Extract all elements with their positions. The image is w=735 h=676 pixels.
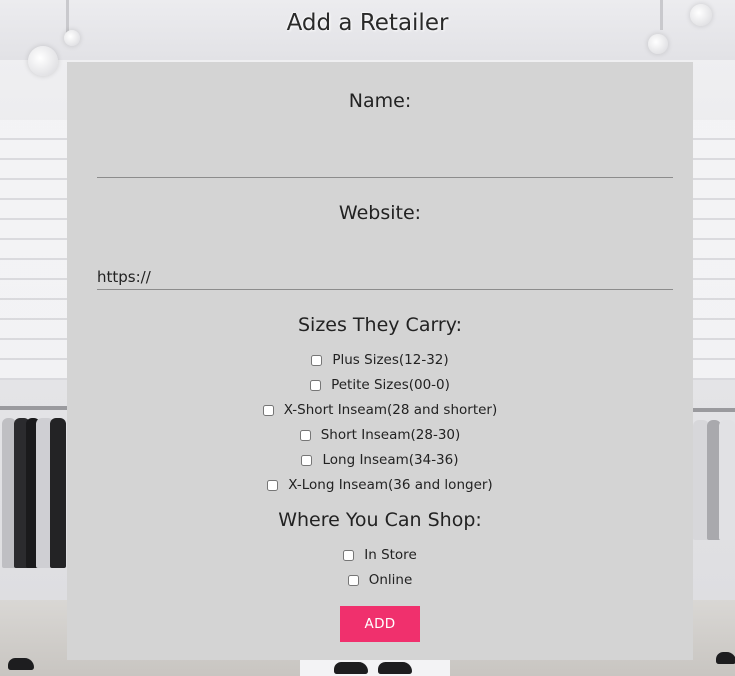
size-option-label: Petite Sizes(00-0) [331,377,450,393]
shop-checkbox-online[interactable] [347,574,359,586]
size-checkbox-long-inseam[interactable] [301,454,313,466]
size-checkbox-plus[interactable] [311,354,323,366]
size-option-label: X-Long Inseam(36 and longer) [288,477,493,493]
website-input[interactable] [97,265,673,290]
shop-option-in-store[interactable]: In Store [67,545,693,565]
website-label: Website: [338,202,422,224]
size-option-label: Long Inseam(34-36) [322,452,459,468]
add-button[interactable]: ADD [340,606,420,642]
size-option-label: X-Short Inseam(28 and shorter) [283,402,498,418]
size-option-plus[interactable]: Plus Sizes(12-32) [67,350,693,370]
size-checkbox-petite[interactable] [310,379,322,391]
name-label: Name: [348,90,412,112]
shoe [378,662,412,674]
size-option-x-long-inseam[interactable]: X-Long Inseam(36 and longer) [67,475,693,495]
size-checkbox-short-inseam[interactable] [299,429,311,441]
size-checkbox-x-short-inseam[interactable] [262,404,274,416]
shop-option-online[interactable]: Online [67,570,693,590]
size-option-short-inseam[interactable]: Short Inseam(28-30) [67,425,693,445]
size-option-label: Plus Sizes(12-32) [332,352,449,368]
clothes-rail-right [693,408,735,412]
name-input[interactable] [97,153,673,178]
hanging-clothes-left [0,418,68,588]
size-option-long-inseam[interactable]: Long Inseam(34-36) [67,450,693,470]
sizes-section-title: Sizes They Carry: [297,314,463,336]
size-option-petite[interactable]: Petite Sizes(00-0) [67,375,693,395]
clothes-rail-left [0,406,68,410]
shop-option-label: Online [368,572,413,588]
size-option-x-short-inseam[interactable]: X-Short Inseam(28 and shorter) [67,400,693,420]
shop-checkbox-in-store[interactable] [343,549,355,561]
shop-option-label: In Store [364,547,417,563]
size-option-label: Short Inseam(28-30) [320,427,461,443]
cap [716,652,735,664]
shop-section-title: Where You Can Shop: [278,509,482,531]
shoe [334,662,368,674]
spotlight-icon [28,46,58,76]
spotlight-icon [648,34,668,54]
size-checkbox-x-long-inseam[interactable] [267,479,279,491]
add-retailer-form: Name: Website: Sizes They Carry: Plus Si… [67,62,693,660]
wall-molding-right [690,120,735,380]
page-title: Add a Retailer [286,10,449,36]
wall-molding-left [0,120,70,380]
hanging-clothes-right [693,420,735,560]
display-table [300,660,450,676]
cap [8,658,34,670]
